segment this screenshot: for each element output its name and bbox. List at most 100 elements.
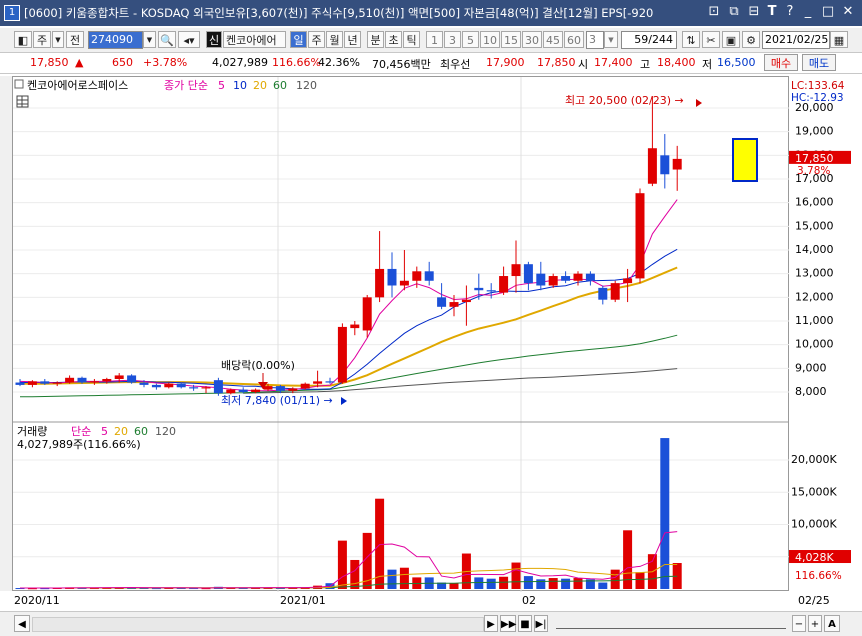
low-annotation: 최저 7,840 (01/11) → [221, 394, 333, 407]
high-arrow-icon [696, 99, 702, 107]
chart-canvas[interactable]: 켄코아에어로스페이스 종가 단순 5 10 20 60 120 최고 20,50… [13, 77, 790, 592]
scroll-left-icon[interactable]: ◀ [14, 615, 30, 632]
date-label-current: 02/25 [798, 594, 830, 607]
date-input[interactable]: 2021/02/25 [762, 31, 830, 49]
code-dropdown-icon[interactable]: ▼ [143, 31, 156, 48]
speaker-icon[interactable]: ◂▾ [178, 31, 200, 48]
tab-daily[interactable]: 일 [290, 31, 307, 48]
period-dropdown-icon[interactable]: ▼ [52, 31, 64, 48]
candle-body [536, 273, 546, 286]
candle-body [151, 384, 161, 388]
font-size-icon[interactable]: A [824, 615, 840, 632]
candle-body [375, 268, 385, 298]
maximize-icon[interactable]: □ [820, 4, 836, 20]
open-label: 시 [578, 58, 589, 71]
spinner-dropdown-icon[interactable]: ▼ [604, 31, 618, 48]
tab-second[interactable]: 초 [385, 31, 402, 48]
close-icon[interactable]: ✕ [840, 4, 856, 20]
candle-body [77, 377, 87, 383]
candle-body [27, 381, 37, 385]
crosshair-icon[interactable]: ✂ [702, 31, 720, 48]
buy-button[interactable]: 매수 [764, 54, 798, 71]
zoom-out-icon[interactable]: − [792, 615, 806, 632]
chart-area[interactable]: 켄코아에어로스페이스 종가 단순 5 10 20 60 120 최고 20,50… [12, 76, 790, 592]
volume-bar [486, 578, 496, 589]
volume-ma-120: 120 [155, 425, 176, 438]
candle-body [610, 283, 620, 300]
volume-bar [387, 569, 397, 589]
interval-1[interactable]: 1 [426, 31, 443, 48]
candle-body [561, 276, 571, 281]
stock-code-input[interactable]: 274090 [88, 31, 143, 49]
font-icon[interactable]: T [764, 4, 780, 20]
fast-forward-icon[interactable]: ▶▶ [500, 615, 516, 632]
candle-body [52, 382, 62, 384]
candle-body [65, 377, 75, 383]
lock-icon[interactable]: ⊡ [706, 4, 722, 20]
page-count-field[interactable]: 59/244 [621, 31, 677, 49]
zoom-in-icon[interactable]: + [808, 615, 822, 632]
lc-label: LC:133.64 [791, 80, 845, 92]
stop-icon[interactable]: ■ [518, 615, 532, 632]
trade-amount: 70,456백만 [372, 58, 431, 71]
interval-45[interactable]: 45 [543, 31, 563, 48]
ma-period-5: 5 [218, 79, 225, 92]
interval-10[interactable]: 10 [480, 31, 500, 48]
interval-30[interactable]: 30 [522, 31, 542, 48]
interval-3[interactable]: 3 [444, 31, 461, 48]
sell-button[interactable]: 매도 [802, 54, 836, 71]
period-select[interactable]: 주 [33, 31, 51, 48]
price-tick-label: 11,000 [795, 314, 834, 327]
scroll-track[interactable] [32, 617, 484, 632]
candle-body [424, 271, 434, 281]
panel-toggle-icon[interactable] [14, 79, 24, 89]
candlesticks [15, 96, 702, 405]
candle-body [40, 381, 50, 384]
candle-body [176, 383, 186, 388]
calendar-icon[interactable]: ▦ [830, 31, 848, 48]
candle-body [263, 386, 273, 390]
candle-body [437, 297, 447, 307]
gear-icon[interactable]: ⚙ [742, 31, 760, 48]
volume-bar [548, 578, 558, 589]
ma-period-20: 20 [253, 79, 267, 92]
save-icon[interactable]: ▣ [722, 31, 740, 48]
dividend-annotation: 배당락(0.00%) [221, 359, 295, 372]
scroll-right-icon[interactable]: ▶ [484, 615, 498, 632]
end-icon[interactable]: ▶| [534, 615, 548, 632]
interval-5[interactable]: 5 [462, 31, 479, 48]
bottom-scrollbar[interactable]: ◀ ▶ ▶▶ ■ ▶| − + A [0, 611, 862, 636]
tab-monthly[interactable]: 월 [326, 31, 343, 48]
interval-spinner-input[interactable]: 3 [586, 31, 604, 49]
tab-yearly[interactable]: 년 [344, 31, 361, 48]
layout-menu-icon[interactable]: ◧ [14, 31, 32, 48]
scroll-arrows-icon[interactable]: ⇅ [682, 31, 700, 48]
high-label: 고 [640, 58, 651, 71]
help-icon[interactable]: ? [782, 4, 798, 20]
prev-button[interactable]: 전 [66, 31, 84, 48]
layout-icon[interactable]: ⊟ [746, 4, 762, 20]
volume-tick-label: 10,000K [791, 518, 837, 531]
volume-bar [399, 567, 409, 589]
price-axis: LC:133.64 HC:-12.93 20,00019,00018,00017… [789, 76, 862, 591]
search-icon[interactable]: 🔍 [158, 31, 176, 48]
zoom-slider[interactable] [556, 618, 786, 629]
minimize-icon[interactable]: _ [800, 4, 816, 20]
restore-icon[interactable]: ⧉ [726, 4, 742, 20]
candle-body [647, 148, 657, 184]
best-ask-2: 17,850 [537, 56, 576, 69]
volume-value: 4,027,989 [212, 56, 268, 69]
tab-minute[interactable]: 분 [367, 31, 384, 48]
tab-tick[interactable]: 틱 [403, 31, 420, 48]
candle-body [325, 381, 335, 383]
interval-60[interactable]: 60 [564, 31, 584, 48]
ma-period-120: 120 [296, 79, 317, 92]
candle-body [598, 287, 608, 300]
tab-weekly[interactable]: 주 [308, 31, 325, 48]
interval-15[interactable]: 15 [501, 31, 521, 48]
window-title: [0600] 키움종합차트 - KOSDAQ 외국인보유[3,607(천)] 주… [24, 6, 654, 20]
volume-bars [15, 438, 682, 590]
price-tick-label: 12,000 [795, 290, 834, 303]
open-price: 17,400 [594, 56, 633, 69]
best-ask-1: 17,900 [486, 56, 525, 69]
